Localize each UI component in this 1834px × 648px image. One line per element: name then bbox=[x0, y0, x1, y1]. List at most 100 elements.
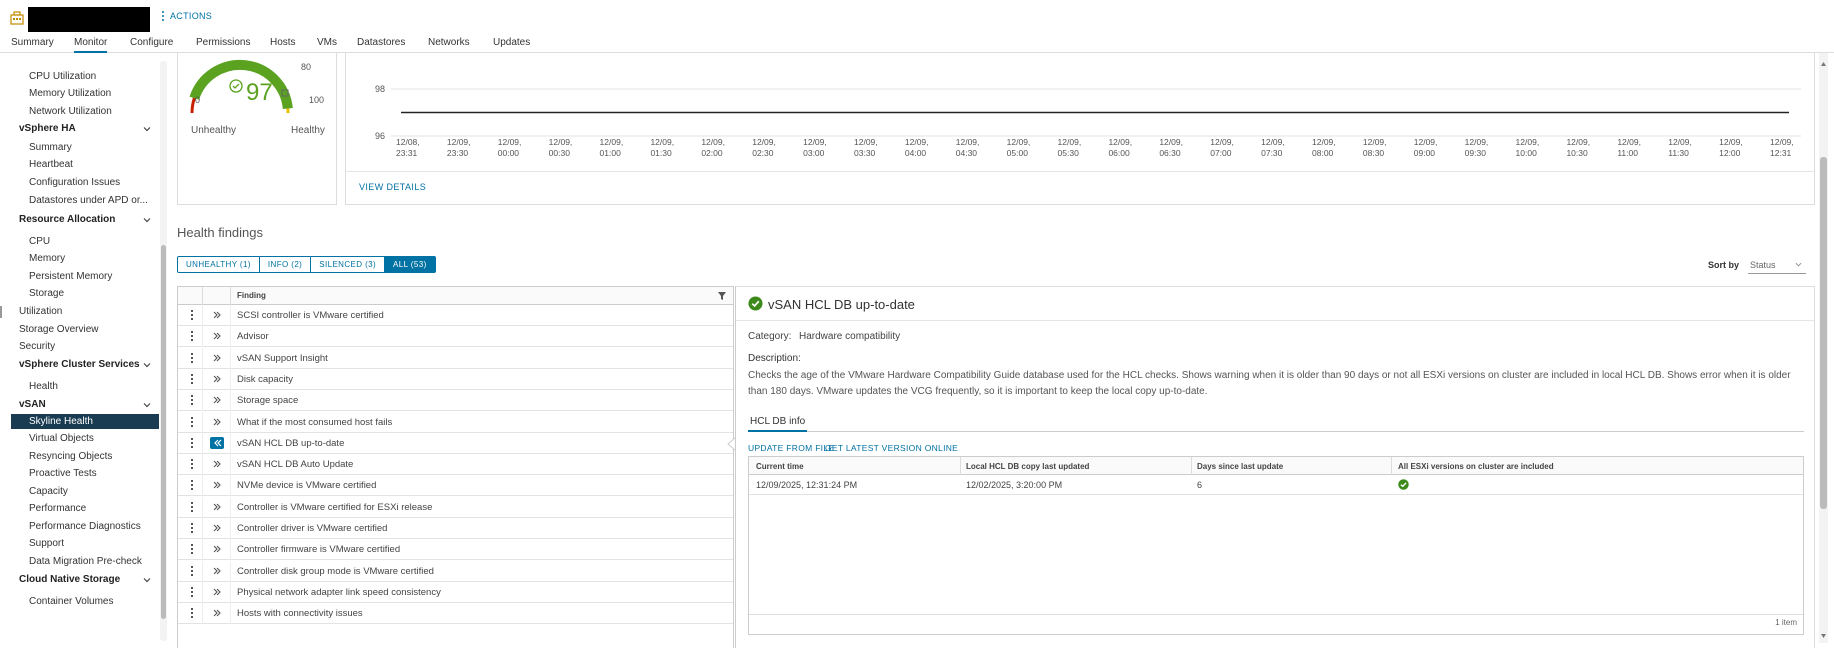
chevron-down-icon[interactable] bbox=[142, 360, 152, 370]
tab-hosts[interactable]: Hosts bbox=[270, 36, 296, 53]
row-actions-icon[interactable] bbox=[191, 608, 193, 619]
tab-vms[interactable]: VMs bbox=[317, 36, 337, 53]
sidebar-item-configuration-issues[interactable]: Configuration Issues bbox=[29, 177, 120, 188]
expand-icon[interactable] bbox=[210, 607, 224, 619]
tab-monitor[interactable]: Monitor bbox=[74, 36, 108, 53]
table-row[interactable]: SCSI controller is VMware certified bbox=[178, 305, 733, 326]
sidebar-item-cpu[interactable]: CPU bbox=[29, 236, 50, 247]
table-row[interactable]: Storage space bbox=[178, 390, 733, 412]
sidebar-item-resyncing-objects[interactable]: Resyncing Objects bbox=[29, 451, 112, 462]
row-actions-icon[interactable] bbox=[191, 310, 193, 320]
sidebar-group-vsan[interactable]: vSAN bbox=[19, 399, 46, 410]
tab-summary[interactable]: Summary bbox=[11, 36, 54, 53]
finding-column-header[interactable]: Finding bbox=[237, 291, 266, 300]
row-actions-icon[interactable] bbox=[191, 331, 193, 342]
expand-icon[interactable] bbox=[210, 373, 224, 385]
sidebar-item-health[interactable]: Health bbox=[29, 381, 58, 392]
sidebar-group-vsphere-cluster-services[interactable]: vSphere Cluster Services bbox=[19, 359, 140, 370]
sidebar-item-utilization[interactable]: Utilization bbox=[19, 306, 62, 317]
row-actions-icon[interactable] bbox=[191, 352, 193, 363]
table-row[interactable]: Controller is VMware certified for ESXi … bbox=[178, 496, 733, 518]
table-row[interactable]: vSAN HCL DB Auto Update bbox=[178, 454, 733, 476]
table-row[interactable]: Advisor bbox=[178, 326, 733, 348]
row-actions-icon[interactable] bbox=[191, 480, 193, 491]
update-from-file-link[interactable]: UPDATE FROM FILE bbox=[748, 443, 834, 453]
table-row[interactable]: Disk capacity bbox=[178, 368, 733, 390]
expand-icon[interactable] bbox=[210, 586, 224, 598]
sidebar-item-data-migration-pre-check[interactable]: Data Migration Pre-check bbox=[29, 556, 142, 567]
table-row[interactable]: Controller firmware is VMware certified bbox=[178, 539, 733, 561]
table-row[interactable]: NVMe device is VMware certified bbox=[178, 475, 733, 497]
row-actions-icon[interactable] bbox=[191, 523, 193, 533]
row-actions-icon[interactable] bbox=[191, 373, 193, 384]
expand-icon[interactable] bbox=[210, 352, 224, 364]
sidebar-item-virtual-objects[interactable]: Virtual Objects bbox=[29, 433, 94, 444]
sidebar-item-persistent-memory[interactable]: Persistent Memory bbox=[29, 271, 112, 282]
table-row[interactable]: Controller disk group mode is VMware cer… bbox=[178, 560, 733, 582]
sidebar-scrollbar-thumb[interactable] bbox=[161, 245, 166, 619]
table-row[interactable]: What if the most consumed host fails bbox=[178, 411, 733, 433]
row-actions-icon[interactable] bbox=[191, 437, 193, 448]
sidebar-item-network-utilization[interactable]: Network Utilization bbox=[29, 106, 112, 117]
sidebar-group-cloud-native-storage[interactable]: Cloud Native Storage bbox=[19, 574, 120, 585]
sidebar-item-security[interactable]: Security bbox=[19, 341, 55, 352]
row-actions-icon[interactable] bbox=[191, 586, 193, 597]
row-actions-icon[interactable] bbox=[191, 395, 193, 406]
sidebar-item-memory-utilization[interactable]: Memory Utilization bbox=[29, 88, 111, 99]
col-days-since[interactable]: Days since last update bbox=[1197, 462, 1283, 471]
tab-networks[interactable]: Networks bbox=[428, 36, 470, 53]
get-latest-version-online-link[interactable]: GET LATEST VERSION ONLINE bbox=[825, 443, 958, 453]
tab-datastores[interactable]: Datastores bbox=[357, 36, 405, 53]
expand-icon[interactable] bbox=[210, 394, 224, 406]
filter-icon[interactable] bbox=[717, 291, 727, 301]
scroll-down-icon[interactable] bbox=[1819, 632, 1828, 640]
scroll-up-icon[interactable] bbox=[1819, 60, 1828, 68]
expand-icon[interactable] bbox=[210, 309, 224, 321]
filter-info[interactable]: INFO (2) bbox=[259, 256, 312, 273]
sidebar-item-storage[interactable]: Storage bbox=[29, 288, 64, 299]
chevron-down-icon[interactable] bbox=[142, 215, 152, 225]
collapse-icon[interactable] bbox=[210, 436, 224, 449]
sidebar-item-summary[interactable]: Summary bbox=[29, 142, 72, 153]
sidebar-item-proactive-tests[interactable]: Proactive Tests bbox=[29, 468, 97, 479]
sort-by-select[interactable]: Status bbox=[1748, 256, 1806, 274]
view-details-link[interactable]: VIEW DETAILS bbox=[359, 182, 426, 192]
actions-button[interactable]: ACTIONS bbox=[162, 11, 212, 21]
chevron-down-icon[interactable] bbox=[142, 400, 152, 410]
sidebar-item-container-volumes[interactable]: Container Volumes bbox=[29, 596, 114, 607]
tab-hcl-db-info[interactable]: HCL DB info bbox=[748, 414, 808, 432]
table-row[interactable]: Hosts with connectivity issues bbox=[178, 603, 733, 625]
sidebar-item-heartbeat[interactable]: Heartbeat bbox=[29, 159, 73, 170]
sidebar-item-datastores-under-apd-or[interactable]: Datastores under APD or... bbox=[29, 195, 148, 206]
expand-icon[interactable] bbox=[210, 501, 224, 513]
row-actions-icon[interactable] bbox=[191, 544, 193, 555]
expand-icon[interactable] bbox=[210, 522, 224, 534]
row-actions-icon[interactable] bbox=[191, 501, 193, 512]
sidebar-item-storage-overview[interactable]: Storage Overview bbox=[19, 324, 98, 335]
expand-icon[interactable] bbox=[210, 565, 224, 577]
filter-unhealthy[interactable]: UNHEALTHY (1) bbox=[177, 256, 260, 273]
table-row[interactable]: Controller driver is VMware certified bbox=[178, 518, 733, 539]
col-last-updated[interactable]: Local HCL DB copy last updated bbox=[966, 462, 1089, 471]
sidebar-item-memory[interactable]: Memory bbox=[29, 253, 65, 264]
sidebar-item-skyline-health[interactable]: Skyline Health bbox=[29, 416, 93, 427]
filter-silenced[interactable]: SILENCED (3) bbox=[311, 256, 386, 273]
expand-icon[interactable] bbox=[210, 330, 224, 342]
chevron-down-icon[interactable] bbox=[142, 575, 152, 585]
table-row[interactable]: Physical network adapter link speed cons… bbox=[178, 581, 733, 603]
sidebar-item-cpu-utilization[interactable]: CPU Utilization bbox=[29, 71, 96, 82]
sidebar-item-support[interactable]: Support bbox=[29, 538, 64, 549]
tab-configure[interactable]: Configure bbox=[130, 36, 173, 53]
col-all-esxi-included[interactable]: All ESXi versions on cluster are include… bbox=[1398, 462, 1554, 471]
row-actions-icon[interactable] bbox=[191, 565, 193, 576]
expand-icon[interactable] bbox=[210, 458, 224, 470]
chevron-down-icon[interactable] bbox=[142, 124, 152, 134]
sidebar-group-vsphere-ha[interactable]: vSphere HA bbox=[19, 123, 76, 134]
sidebar-item-performance-diagnostics[interactable]: Performance Diagnostics bbox=[29, 521, 141, 532]
tab-permissions[interactable]: Permissions bbox=[196, 36, 250, 53]
page-scrollbar-thumb[interactable] bbox=[1820, 157, 1827, 509]
tab-updates[interactable]: Updates bbox=[493, 36, 530, 53]
col-current-time[interactable]: Current time bbox=[756, 462, 804, 471]
expand-icon[interactable] bbox=[210, 416, 224, 428]
expand-icon[interactable] bbox=[210, 479, 224, 491]
